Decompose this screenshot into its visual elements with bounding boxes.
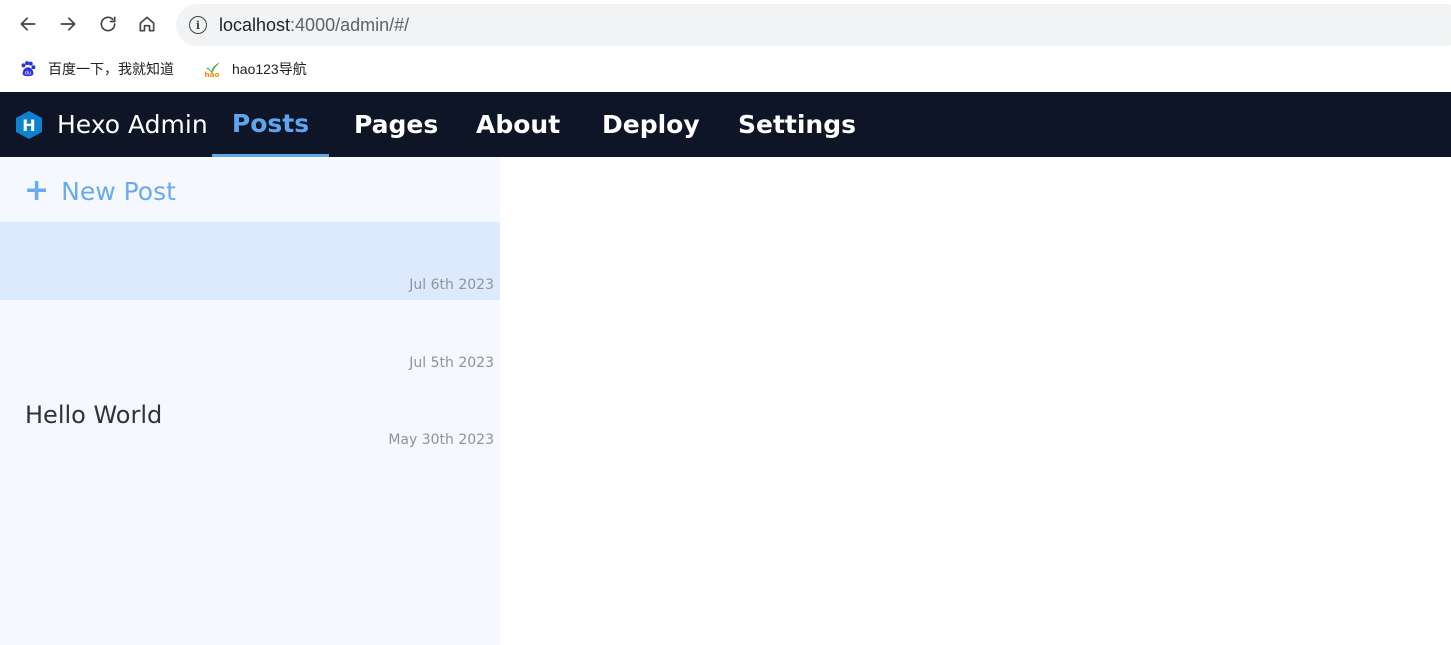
reload-button[interactable] <box>94 10 122 38</box>
home-icon <box>139 16 155 32</box>
arrow-right-icon <box>60 17 76 31</box>
baidu-icon: du <box>18 59 38 79</box>
reload-icon <box>100 16 116 32</box>
svg-text:du: du <box>25 70 32 76</box>
plus-icon: + <box>24 173 50 208</box>
tab-pages[interactable]: Pages <box>354 92 438 157</box>
posts-sidebar: + New Post Jul 6th 2023 Jul 5th 2023 Hel… <box>0 157 500 645</box>
list-item[interactable]: Jul 5th 2023 <box>0 300 500 378</box>
brand-name: Hexo Admin <box>57 110 208 139</box>
bookmark-hao123[interactable]: hao hao123导航 <box>202 59 307 79</box>
tab-posts[interactable]: Posts <box>212 92 329 157</box>
url-text: localhost:4000/admin/#/ <box>219 15 409 36</box>
hao123-icon: hao <box>202 59 222 79</box>
post-title: Hello World <box>25 401 163 429</box>
tab-deploy[interactable]: Deploy <box>602 92 700 157</box>
new-post-label: New Post <box>61 176 176 206</box>
tab-settings[interactable]: Settings <box>738 92 856 157</box>
main-content <box>500 157 1451 645</box>
list-item[interactable]: Jul 6th 2023 <box>0 222 500 300</box>
arrow-left-icon <box>20 17 36 31</box>
app-navbar: H Hexo Admin Posts Pages About Deploy Se… <box>0 92 1451 157</box>
new-post-button[interactable]: + New Post <box>24 171 176 211</box>
brand[interactable]: H Hexo Admin <box>14 92 208 157</box>
tab-about[interactable]: About <box>476 92 560 157</box>
hexo-logo-icon: H <box>16 110 42 139</box>
svg-text:hao: hao <box>204 70 219 79</box>
svg-text:H: H <box>22 116 35 135</box>
post-date: Jul 5th 2023 <box>409 355 494 371</box>
url-path: :4000/admin/#/ <box>290 14 410 35</box>
address-bar[interactable]: i localhost:4000/admin/#/ <box>176 4 1451 46</box>
bookmark-label: 百度一下，我就知道 <box>48 61 174 77</box>
post-date: Jul 6th 2023 <box>409 277 494 293</box>
info-icon[interactable]: i <box>189 16 207 34</box>
url-host: localhost <box>219 14 291 35</box>
home-button[interactable] <box>133 10 161 38</box>
bookmark-baidu[interactable]: du 百度一下，我就知道 <box>18 59 174 79</box>
post-date: May 30th 2023 <box>388 432 494 448</box>
back-button[interactable] <box>14 10 42 38</box>
bookmark-label: hao123导航 <box>232 61 307 77</box>
list-item[interactable]: Hello World May 30th 2023 <box>0 378 500 456</box>
forward-button[interactable] <box>54 10 82 38</box>
browser-chrome: i localhost:4000/admin/#/ du 百度一下，我就知道 h… <box>0 0 1451 92</box>
